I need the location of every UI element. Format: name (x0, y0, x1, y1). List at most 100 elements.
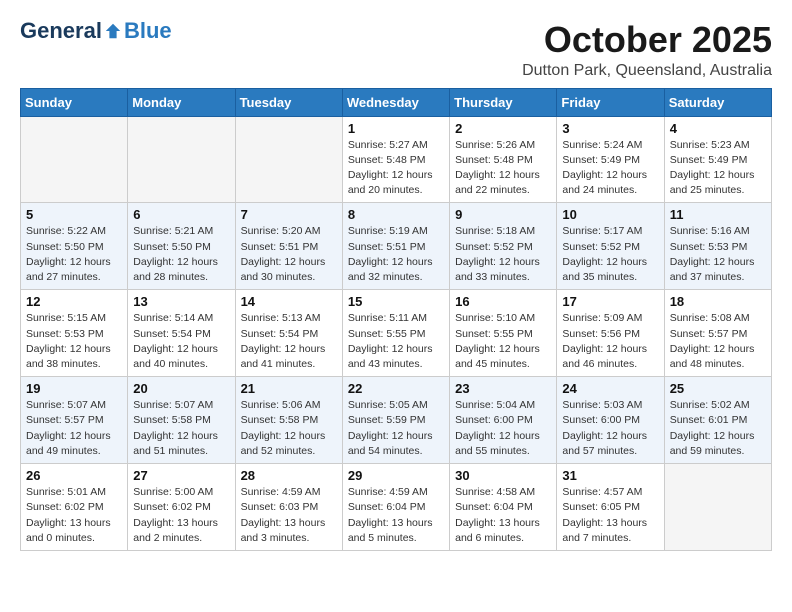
calendar-week-row: 1 Sunrise: 5:27 AM Sunset: 5:48 PM Daylig… (21, 116, 772, 203)
day-number: 21 (241, 381, 337, 396)
calendar-week-row: 26 Sunrise: 5:01 AM Sunset: 6:02 PM Dayli… (21, 464, 772, 551)
calendar-day-cell: 30 Sunrise: 4:58 AM Sunset: 6:04 PM Dayli… (450, 464, 557, 551)
day-number: 20 (133, 381, 229, 396)
calendar-day-cell: 29Sunrise: 4:59 AM Sunset: 6:04 PM Dayli… (342, 464, 449, 551)
calendar-day-cell: 16Sunrise: 5:10 AM Sunset: 5:55 PM Dayli… (450, 290, 557, 377)
day-number: 28 (241, 468, 337, 483)
calendar-day-cell: 26 Sunrise: 5:01 AM Sunset: 6:02 PM Dayli… (21, 464, 128, 551)
day-number: 13 (133, 294, 229, 309)
day-info: Sunrise: 5:21 AM Sunset: 5:50 PM Dayligh… (133, 224, 229, 285)
month-title: October 2025 (522, 20, 772, 60)
calendar-week-row: 19 Sunrise: 5:07 AM Sunset: 5:57 PM Dayli… (21, 377, 772, 464)
calendar-day-cell: 22 Sunrise: 5:05 AM Sunset: 5:59 PM Dayli… (342, 377, 449, 464)
calendar-table: SundayMondayTuesdayWednesdayThursdayFrid… (20, 88, 772, 551)
day-info: Sunrise: 5:18 AM Sunset: 5:52 PM Dayligh… (455, 224, 551, 285)
title-block: October 2025 Dutton Park, Queensland, Au… (522, 20, 772, 80)
day-number: 17 (562, 294, 658, 309)
day-number: 2 (455, 121, 551, 136)
day-number: 5 (26, 207, 122, 222)
day-info: Sunrise: 5:01 AM Sunset: 6:02 PM Dayligh… (26, 485, 122, 546)
day-info: Sunrise: 5:24 AM Sunset: 5:49 PM Dayligh… (562, 138, 658, 199)
calendar-day-cell: 14 Sunrise: 5:13 AM Sunset: 5:54 PM Dayli… (235, 290, 342, 377)
calendar-day-cell: 12 Sunrise: 5:15 AM Sunset: 5:53 PM Dayli… (21, 290, 128, 377)
day-number: 26 (26, 468, 122, 483)
logo: General Blue (20, 20, 172, 42)
day-info: Sunrise: 5:15 AM Sunset: 5:53 PM Dayligh… (26, 311, 122, 372)
weekday-header-sunday: Sunday (21, 88, 128, 116)
calendar-day-cell (235, 116, 342, 203)
day-number: 29 (348, 468, 444, 483)
day-number: 14 (241, 294, 337, 309)
location-title: Dutton Park, Queensland, Australia (522, 62, 772, 80)
day-info: Sunrise: 5:09 AM Sunset: 5:56 PM Dayligh… (562, 311, 658, 372)
day-info: Sunrise: 5:22 AM Sunset: 5:50 PM Dayligh… (26, 224, 122, 285)
day-info: Sunrise: 5:27 AM Sunset: 5:48 PM Dayligh… (348, 138, 444, 199)
day-number: 30 (455, 468, 551, 483)
calendar-day-cell: 21 Sunrise: 5:06 AM Sunset: 5:58 PM Dayli… (235, 377, 342, 464)
calendar-day-cell: 4 Sunrise: 5:23 AM Sunset: 5:49 PM Daylig… (664, 116, 771, 203)
calendar-day-cell (128, 116, 235, 203)
day-number: 4 (670, 121, 766, 136)
logo-icon (104, 22, 122, 40)
day-info: Sunrise: 5:26 AM Sunset: 5:48 PM Dayligh… (455, 138, 551, 199)
day-info: Sunrise: 5:05 AM Sunset: 5:59 PM Dayligh… (348, 398, 444, 459)
day-number: 7 (241, 207, 337, 222)
calendar-week-row: 12 Sunrise: 5:15 AM Sunset: 5:53 PM Dayli… (21, 290, 772, 377)
calendar-day-cell: 23 Sunrise: 5:04 AM Sunset: 6:00 PM Dayli… (450, 377, 557, 464)
calendar-day-cell: 8 Sunrise: 5:19 AM Sunset: 5:51 PM Daylig… (342, 203, 449, 290)
calendar-day-cell: 31 Sunrise: 4:57 AM Sunset: 6:05 PM Dayli… (557, 464, 664, 551)
calendar-day-cell: 10 Sunrise: 5:17 AM Sunset: 5:52 PM Dayli… (557, 203, 664, 290)
weekday-header-saturday: Saturday (664, 88, 771, 116)
day-number: 8 (348, 207, 444, 222)
day-number: 25 (670, 381, 766, 396)
day-number: 12 (26, 294, 122, 309)
day-number: 9 (455, 207, 551, 222)
day-number: 15 (348, 294, 444, 309)
calendar-day-cell (21, 116, 128, 203)
day-number: 10 (562, 207, 658, 222)
day-number: 23 (455, 381, 551, 396)
calendar-day-cell: 17 Sunrise: 5:09 AM Sunset: 5:56 PM Dayli… (557, 290, 664, 377)
day-info: Sunrise: 5:14 AM Sunset: 5:54 PM Dayligh… (133, 311, 229, 372)
day-info: Sunrise: 5:00 AM Sunset: 6:02 PM Dayligh… (133, 485, 229, 546)
calendar-day-cell: 7Sunrise: 5:20 AM Sunset: 5:51 PM Daylig… (235, 203, 342, 290)
day-info: Sunrise: 5:07 AM Sunset: 5:57 PM Dayligh… (26, 398, 122, 459)
day-number: 19 (26, 381, 122, 396)
day-number: 31 (562, 468, 658, 483)
calendar-week-row: 5 Sunrise: 5:22 AM Sunset: 5:50 PM Daylig… (21, 203, 772, 290)
calendar-day-cell: 3Sunrise: 5:24 AM Sunset: 5:49 PM Daylig… (557, 116, 664, 203)
weekday-header-row: SundayMondayTuesdayWednesdayThursdayFrid… (21, 88, 772, 116)
calendar-day-cell: 5 Sunrise: 5:22 AM Sunset: 5:50 PM Daylig… (21, 203, 128, 290)
day-info: Sunrise: 4:57 AM Sunset: 6:05 PM Dayligh… (562, 485, 658, 546)
calendar-day-cell: 25Sunrise: 5:02 AM Sunset: 6:01 PM Dayli… (664, 377, 771, 464)
day-number: 27 (133, 468, 229, 483)
day-number: 1 (348, 121, 444, 136)
weekday-header-friday: Friday (557, 88, 664, 116)
day-info: Sunrise: 5:16 AM Sunset: 5:53 PM Dayligh… (670, 224, 766, 285)
calendar-day-cell: 18Sunrise: 5:08 AM Sunset: 5:57 PM Dayli… (664, 290, 771, 377)
calendar-day-cell: 13 Sunrise: 5:14 AM Sunset: 5:54 PM Dayli… (128, 290, 235, 377)
day-number: 22 (348, 381, 444, 396)
weekday-header-monday: Monday (128, 88, 235, 116)
day-info: Sunrise: 5:04 AM Sunset: 6:00 PM Dayligh… (455, 398, 551, 459)
day-number: 11 (670, 207, 766, 222)
day-info: Sunrise: 4:58 AM Sunset: 6:04 PM Dayligh… (455, 485, 551, 546)
day-info: Sunrise: 5:23 AM Sunset: 5:49 PM Dayligh… (670, 138, 766, 199)
calendar-day-cell (664, 464, 771, 551)
day-number: 24 (562, 381, 658, 396)
day-info: Sunrise: 5:19 AM Sunset: 5:51 PM Dayligh… (348, 224, 444, 285)
day-number: 6 (133, 207, 229, 222)
day-info: Sunrise: 5:03 AM Sunset: 6:00 PM Dayligh… (562, 398, 658, 459)
calendar-day-cell: 19 Sunrise: 5:07 AM Sunset: 5:57 PM Dayli… (21, 377, 128, 464)
calendar-day-cell: 15Sunrise: 5:11 AM Sunset: 5:55 PM Dayli… (342, 290, 449, 377)
day-info: Sunrise: 5:17 AM Sunset: 5:52 PM Dayligh… (562, 224, 658, 285)
calendar-day-cell: 27 Sunrise: 5:00 AM Sunset: 6:02 PM Dayli… (128, 464, 235, 551)
page-header: General Blue October 2025 Dutton Park, Q… (20, 20, 772, 80)
calendar-day-cell: 28Sunrise: 4:59 AM Sunset: 6:03 PM Dayli… (235, 464, 342, 551)
calendar-day-cell: 2 Sunrise: 5:26 AM Sunset: 5:48 PM Daylig… (450, 116, 557, 203)
weekday-header-wednesday: Wednesday (342, 88, 449, 116)
calendar-day-cell: 1 Sunrise: 5:27 AM Sunset: 5:48 PM Daylig… (342, 116, 449, 203)
day-info: Sunrise: 5:06 AM Sunset: 5:58 PM Dayligh… (241, 398, 337, 459)
day-number: 16 (455, 294, 551, 309)
day-info: Sunrise: 5:13 AM Sunset: 5:54 PM Dayligh… (241, 311, 337, 372)
